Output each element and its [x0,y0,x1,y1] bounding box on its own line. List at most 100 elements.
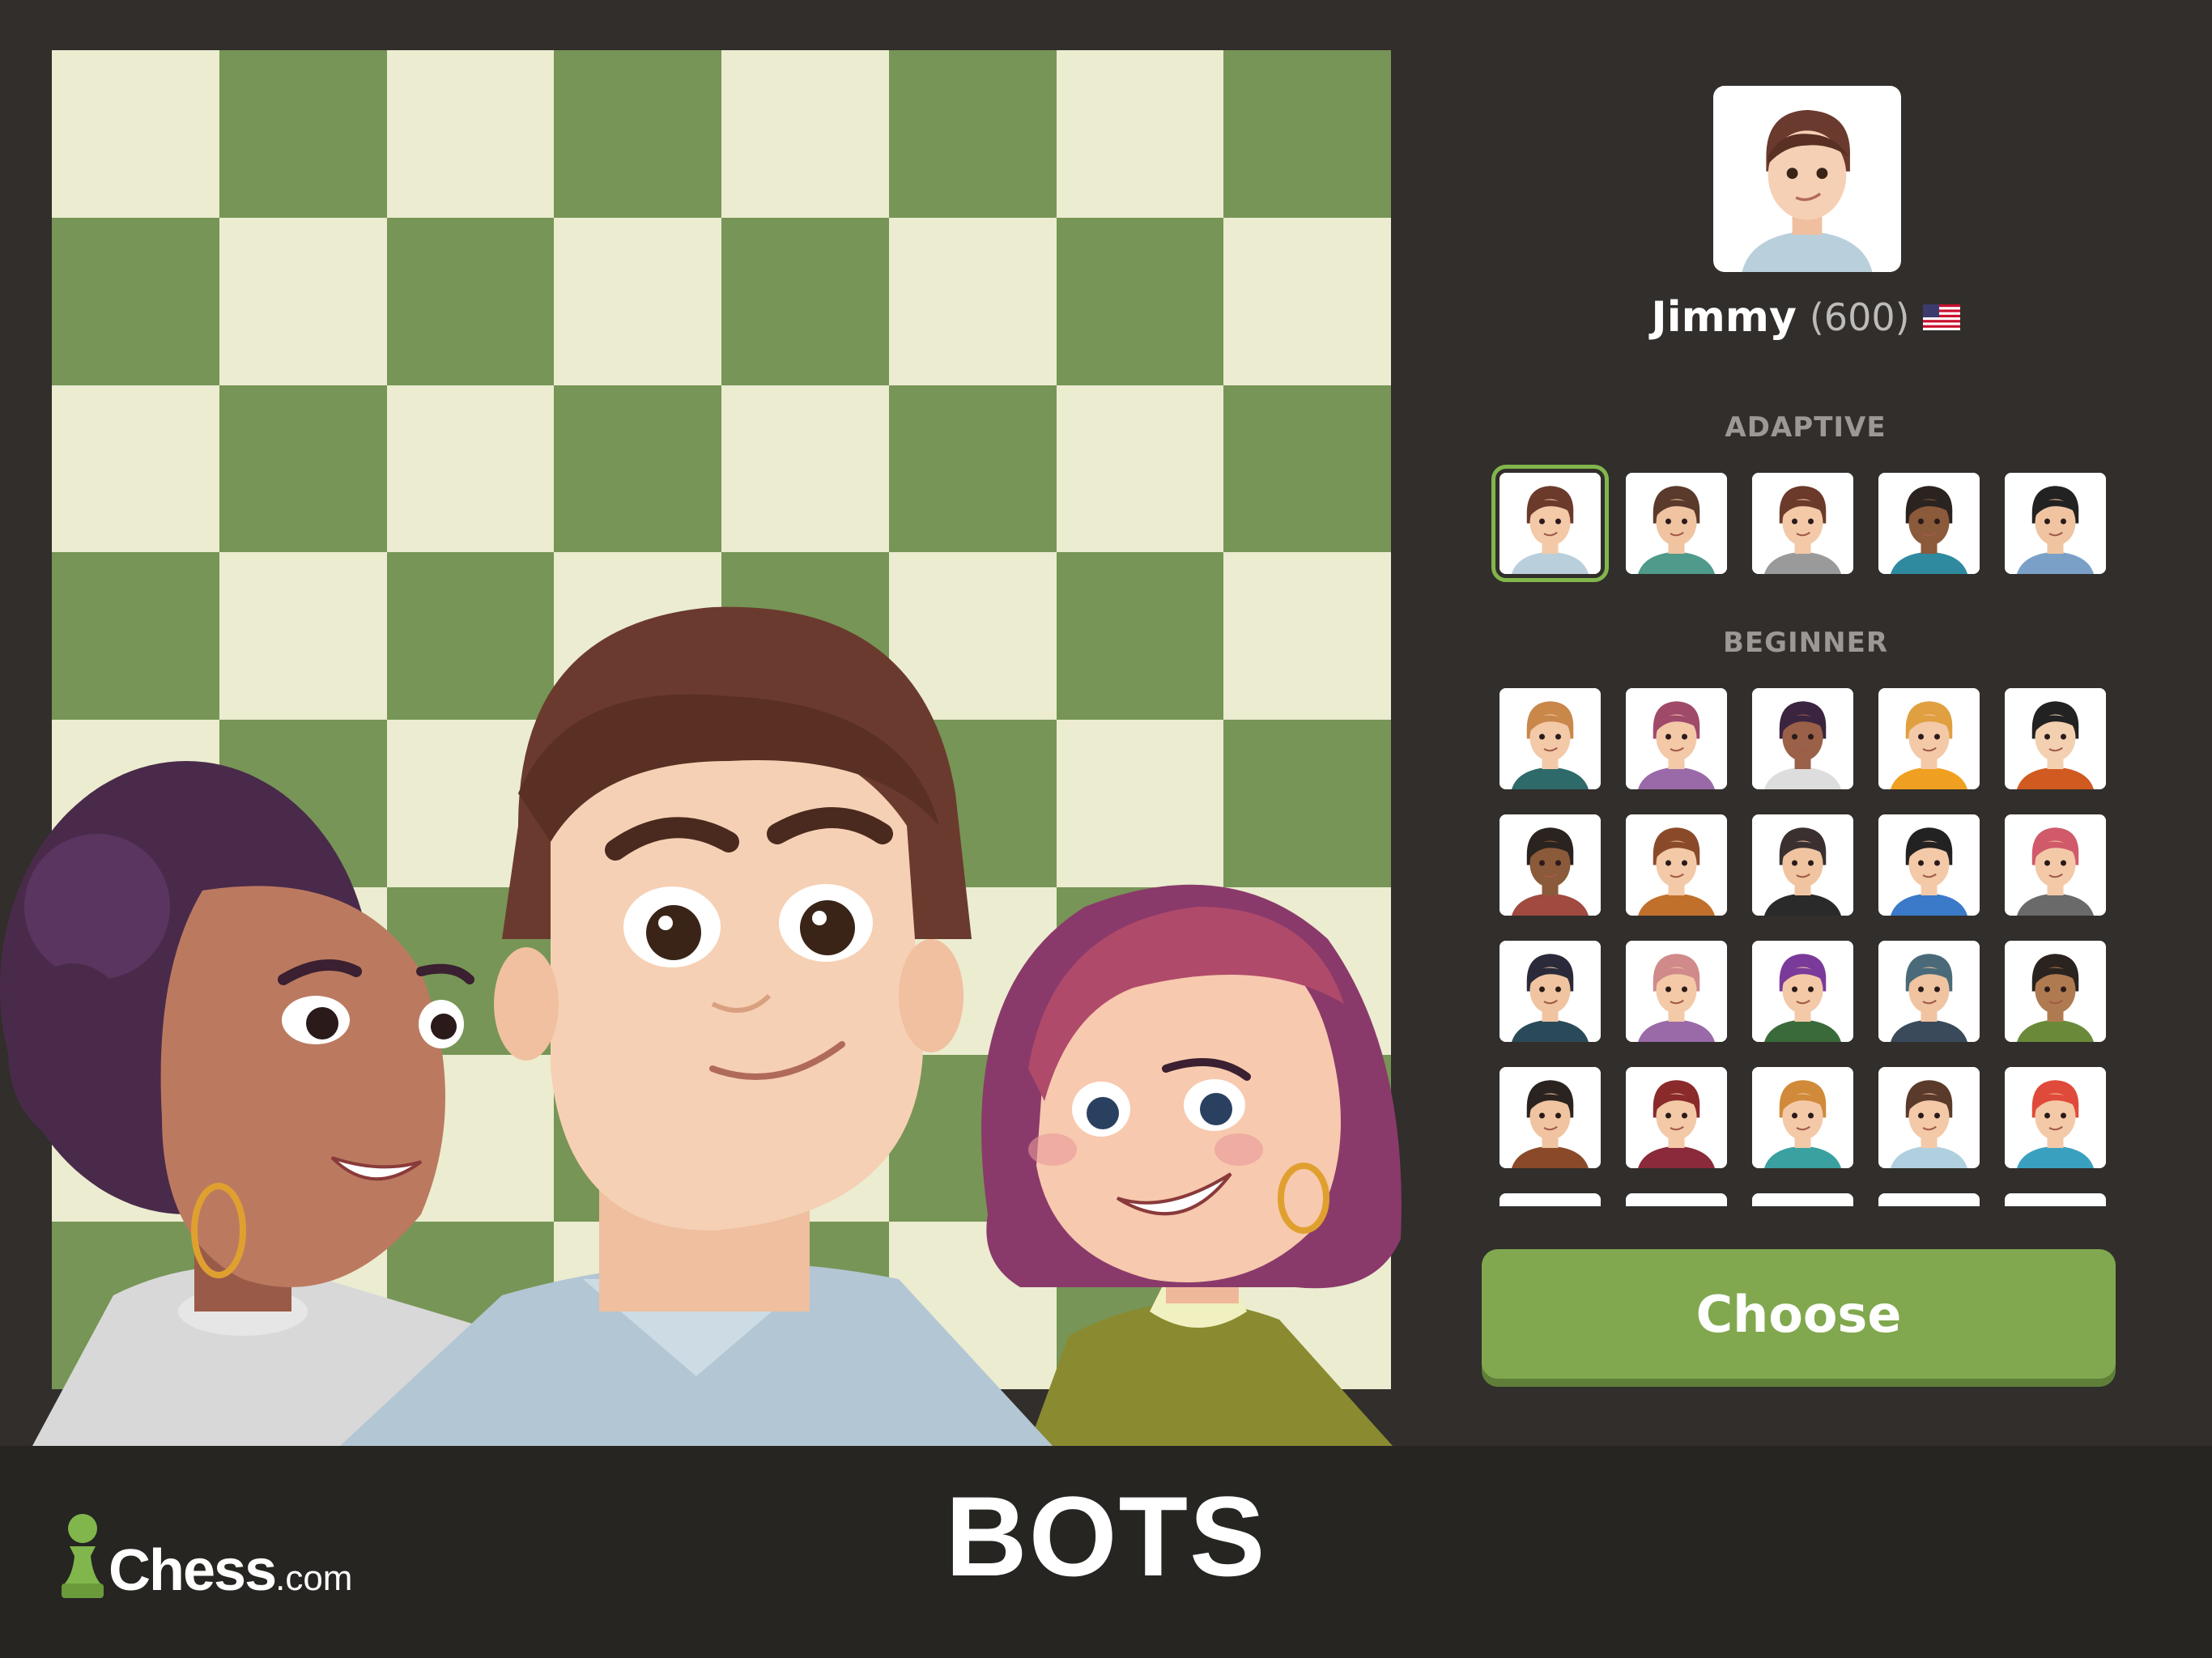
bot-tile[interactable] [1878,1193,1980,1206]
bot-avatar-icon [1752,941,1853,1042]
chess-board [52,50,1391,1389]
bot-avatar-icon [1752,473,1853,574]
board-square [219,217,387,385]
bot-tile[interactable] [2005,941,2106,1042]
bot-avatar-icon [2005,941,2106,1042]
beginner-bot-row [1499,941,2106,1042]
bot-avatar-icon [1878,941,1980,1042]
beginner-bot-row [1499,814,2106,916]
bot-tile[interactable] [1878,814,1980,916]
bot-tile[interactable] [1626,688,1727,789]
bot-tile[interactable] [1626,473,1727,574]
board-square [52,385,219,553]
board-square [721,552,889,720]
board-square [1056,385,1224,553]
bot-avatar-icon [2005,473,2106,574]
board-square [1056,552,1224,720]
board-square [386,1054,555,1222]
bot-tile[interactable] [1499,814,1601,916]
bot-name: Jimmy [1651,293,1797,342]
board-square [52,50,219,218]
board-square [1223,720,1391,887]
beginner-bot-row [1499,688,2106,789]
board-square [219,886,387,1055]
us-flag-icon [1922,304,1960,330]
bot-tile[interactable] [2005,473,2106,574]
board-square [1223,552,1391,720]
board-square [721,1054,889,1222]
choose-button[interactable]: Choose [1482,1249,2116,1379]
board-square [888,552,1057,720]
bot-tile[interactable] [1878,1067,1980,1168]
bot-tile[interactable] [1626,814,1727,916]
bot-tile[interactable] [2005,1067,2106,1168]
beginner-bot-row [1499,1193,2106,1206]
board-square [721,886,889,1055]
bot-tile[interactable] [1499,688,1601,789]
bot-avatar-icon [1878,473,1980,574]
board-square [219,552,387,720]
board-square [1223,50,1391,218]
bot-tile[interactable] [1499,1067,1601,1168]
bot-avatar-icon [1499,1067,1601,1168]
bot-tile[interactable] [2005,1193,2106,1206]
board-square [888,1054,1057,1222]
board-square [386,217,555,385]
bot-avatar-icon [2005,1193,2106,1206]
board-square [386,1222,555,1389]
bot-tile[interactable] [1499,941,1601,1042]
board-square [721,1222,889,1389]
bot-avatar-icon [1878,1067,1980,1168]
bot-avatar-icon [1499,1193,1601,1206]
bot-tile-selected[interactable] [1491,465,1609,582]
bot-avatar-icon [1752,1193,1853,1206]
board-square [1223,217,1391,385]
bot-avatar-icon [1499,688,1601,789]
adaptive-bot-row [1491,465,2106,582]
bot-avatar-icon [1499,814,1601,916]
bot-tile[interactable] [2005,814,2106,916]
bot-tile[interactable] [1499,1193,1601,1206]
bot-avatar-icon [2005,814,2106,916]
board-square [1056,886,1224,1055]
bot-tile[interactable] [1878,941,1980,1042]
board-square [1056,720,1224,887]
bot-tile[interactable] [1752,1193,1853,1206]
bot-tile[interactable] [1752,941,1853,1042]
logo-main-text: Chess [108,1538,277,1603]
board-square [888,720,1057,887]
board-square [1056,1054,1224,1222]
footer-bar: Chess.com BOTS [0,1446,2212,1658]
bot-avatar-icon [1878,814,1980,916]
board-square [52,1054,219,1222]
board-square [1223,1222,1391,1389]
board-square [721,217,889,385]
bot-tile[interactable] [1626,1193,1727,1206]
bot-tile[interactable] [1878,473,1980,574]
bot-avatar-icon [1626,1067,1727,1168]
board-square [386,552,555,720]
bot-avatar-icon [1626,473,1727,574]
bot-tile[interactable] [1752,1067,1853,1168]
bot-tile[interactable] [1626,941,1727,1042]
chess-com-logo: Chess.com [60,1511,352,1600]
bot-tile[interactable] [1626,1067,1727,1168]
bot-tile[interactable] [1752,473,1853,574]
board-square [888,886,1057,1055]
bot-avatar-icon [1626,814,1727,916]
bot-avatar-icon [2005,1067,2106,1168]
beginner-bot-list[interactable] [1499,688,2115,1206]
bot-avatar-icon [1752,814,1853,916]
board-square [554,217,721,385]
beginner-bot-row [1499,1067,2106,1168]
board-square [1056,50,1224,218]
bot-avatar-icon [1878,688,1980,789]
bot-tile[interactable] [1752,688,1853,789]
bot-avatar-icon [1752,688,1853,789]
logo-suffix-text: .com [275,1558,353,1598]
bot-tile[interactable] [1752,814,1853,916]
bot-tile[interactable] [2005,688,2106,789]
bot-tile[interactable] [1878,688,1980,789]
bot-avatar-icon [1626,688,1727,789]
board-square [386,886,555,1055]
